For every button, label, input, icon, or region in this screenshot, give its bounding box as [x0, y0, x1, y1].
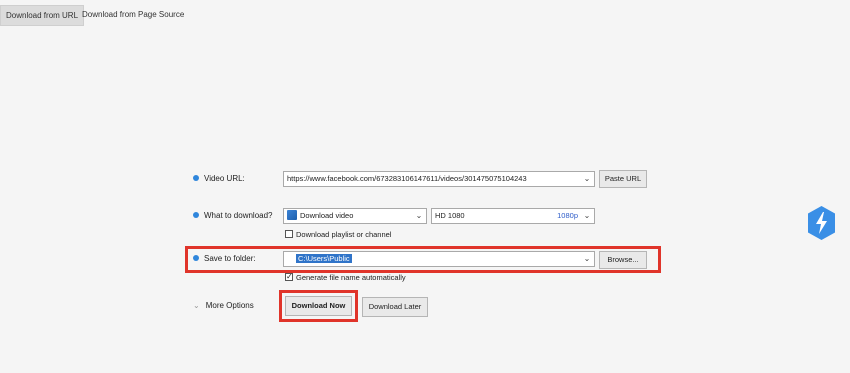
- chevron-down-icon[interactable]: ⌄: [582, 209, 592, 223]
- save-folder-combobox[interactable]: C:\Users\Public ⌄: [283, 251, 595, 267]
- save-folder-value: C:\Users\Public: [296, 254, 352, 263]
- video-icon: [287, 210, 297, 221]
- download-later-button[interactable]: Download Later: [362, 297, 428, 317]
- paste-url-button[interactable]: Paste URL: [599, 170, 647, 188]
- chevron-down-icon[interactable]: ⌄: [414, 209, 424, 223]
- quality-value: HD 1080: [435, 211, 465, 220]
- what-to-download-label: What to download?: [193, 208, 273, 224]
- download-type-value: Download video: [300, 211, 354, 220]
- browse-button[interactable]: Browse...: [599, 251, 647, 269]
- lightning-bolt-icon[interactable]: [806, 205, 837, 241]
- chevron-down-icon[interactable]: ⌄: [582, 252, 592, 266]
- video-url-combobox[interactable]: https://www.facebook.com/673283106147611…: [283, 171, 595, 187]
- video-url-value: https://www.facebook.com/673283106147611…: [287, 174, 527, 183]
- tab-label: Download from Page Source: [82, 10, 185, 19]
- checkbox-unchecked-icon[interactable]: [285, 230, 293, 239]
- tab-download-from-page-source[interactable]: Download from Page Source: [77, 5, 189, 24]
- save-to-folder-label: Save to folder:: [193, 251, 256, 267]
- tab-download-from-url[interactable]: Download from URL: [0, 5, 85, 26]
- double-chevron-down-icon: ⌄: [193, 301, 200, 310]
- quality-select[interactable]: HD 1080 1080p ⌄: [431, 208, 595, 224]
- tab-label: Download from URL: [6, 11, 79, 20]
- more-options-toggle[interactable]: ⌄ More Options: [193, 298, 254, 314]
- generate-filename-checkbox[interactable]: ✓ Generate file name automatically: [285, 272, 406, 284]
- bullet-icon: [193, 254, 199, 261]
- download-type-select[interactable]: Download video ⌄: [283, 208, 427, 224]
- chevron-down-icon[interactable]: ⌄: [582, 172, 592, 186]
- download-now-button[interactable]: Download Now: [285, 296, 352, 316]
- checkbox-checked-icon[interactable]: ✓: [285, 273, 293, 282]
- bullet-icon: [193, 211, 199, 218]
- video-url-label: Video URL:: [193, 171, 245, 187]
- quality-resolution: 1080p: [557, 211, 578, 220]
- download-playlist-checkbox[interactable]: Download playlist or channel: [285, 229, 391, 241]
- bullet-icon: [193, 174, 199, 181]
